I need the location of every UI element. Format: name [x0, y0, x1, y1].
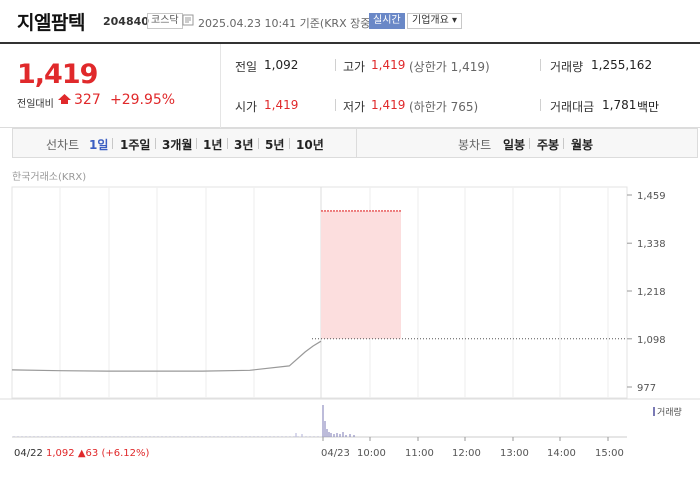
chart-grid: [11, 186, 628, 399]
previous-day-summary: 04/22 1,092 ▲63 (+6.12%): [14, 448, 149, 459]
volume-legend-swatch: [653, 407, 655, 416]
x-axis: 04/23 10:00 11:00 12:00 13:00 14:00 15:00: [321, 437, 624, 459]
prev-day-date: 04/22: [14, 448, 43, 459]
x-tick-label: 04/23: [321, 448, 350, 459]
prev-day-arrow: ▲: [77, 448, 86, 459]
prev-day-close: 1,092: [46, 448, 75, 459]
price-band: [312, 210, 627, 340]
volume-legend: 거래량: [653, 405, 682, 418]
chart-frame: [11, 186, 628, 399]
y-tick-label: 1,218: [637, 287, 666, 298]
y-tick-label: 1,098: [637, 335, 666, 346]
upper-limit-band: [321, 210, 401, 339]
price-series-line: [11, 340, 322, 372]
price-chart[interactable]: 1,459 1,338 1,218 1,098 977 04/23 10:00 11:00 1…: [0, 0, 700, 482]
x-tick-label: 13:00: [500, 448, 529, 459]
y-axis: 1,459 1,338 1,218 1,098 977: [627, 191, 666, 394]
volume-chart: [0, 398, 700, 438]
y-tick-label: 977: [637, 383, 656, 394]
x-tick-label: 15:00: [595, 448, 624, 459]
prev-day-change-pct: (+6.12%): [101, 448, 150, 459]
x-tick-label: 11:00: [405, 448, 434, 459]
x-tick-label: 10:00: [357, 448, 386, 459]
price-line: [11, 340, 322, 372]
prev-day-change: 63: [85, 448, 99, 459]
y-tick-label: 1,459: [637, 191, 666, 202]
x-tick-label: 14:00: [547, 448, 576, 459]
y-tick-label: 1,338: [637, 239, 666, 250]
x-tick-label: 12:00: [452, 448, 481, 459]
volume-legend-label: 거래량: [657, 408, 682, 418]
